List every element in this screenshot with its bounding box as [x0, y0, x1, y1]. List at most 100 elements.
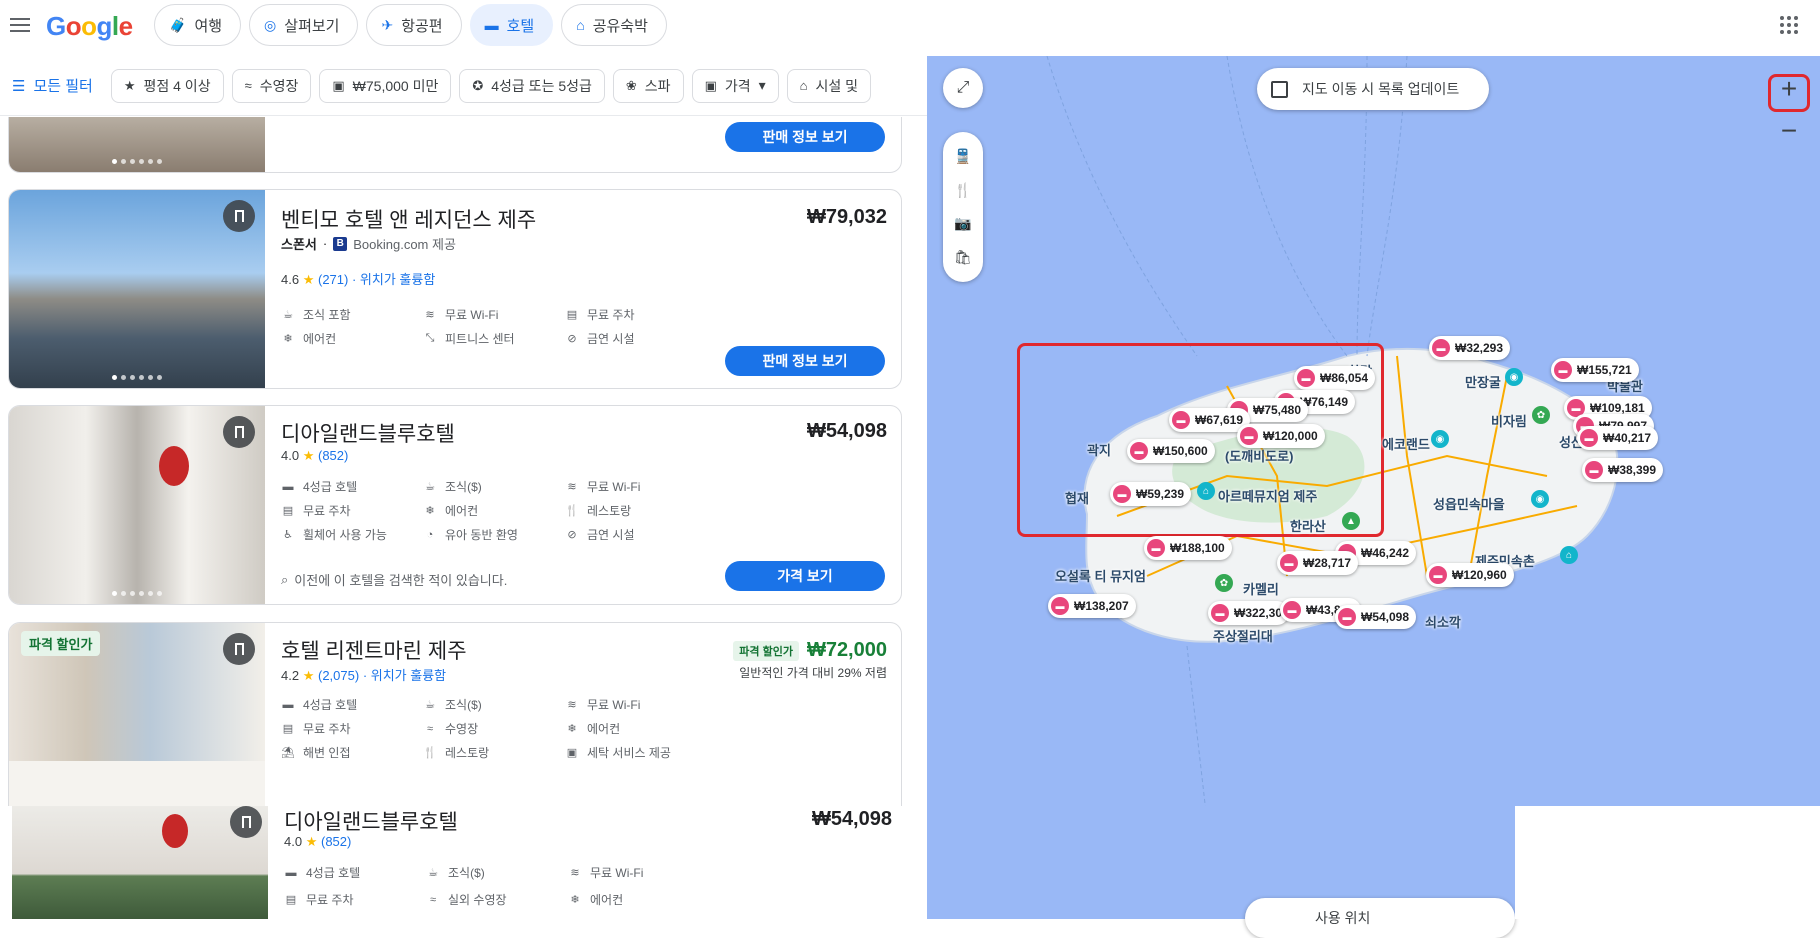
chevron-down-icon: ▾	[758, 77, 766, 93]
price-pin[interactable]: ▬ ₩54,098	[1335, 605, 1417, 629]
map-label[interactable]: 아르떼뮤지엄 제주	[1218, 486, 1317, 505]
snowflake-icon: ❄	[570, 894, 580, 906]
map-label[interactable]: 오설록 티 뮤지엄	[1055, 566, 1146, 585]
hotel-card-preview[interactable]: 디아일랜드블루호텔 ₩54,098 4.0 ★ (852) ▬ 4성급 호텔 ☕ 조…	[12, 806, 906, 919]
camera-icon[interactable]: 📷	[954, 215, 971, 232]
hotel-icon: ▬	[1147, 539, 1165, 557]
hotel-card[interactable]: 벤티모 호텔 앤 레지던스 제주 ₩79,032 스폰서 · B Booking.co…	[8, 189, 902, 389]
map-label[interactable]: 만장굴	[1465, 372, 1501, 391]
hotel-icon: ▬	[1172, 411, 1190, 429]
museum-icon[interactable]: ⌂	[1560, 546, 1578, 564]
map-label[interactable]: 주상절리대	[1213, 626, 1273, 645]
tab-travel[interactable]: 🧳 여행	[154, 4, 242, 46]
tab-vacation-rentals[interactable]: ⌂ 공유숙박	[561, 4, 667, 46]
google-logo[interactable]: Google	[46, 11, 133, 42]
fitness-icon: ⤡	[425, 332, 435, 344]
hotel-list[interactable]: 판매 정보 보기 벤티모 호텔 앤 레지던스 제주 ₩79,032 스폰서 · B B…	[0, 117, 927, 806]
price-pin[interactable]: ▬ ₩40,217	[1577, 426, 1659, 450]
apps-icon[interactable]	[1780, 16, 1798, 34]
hotel-name[interactable]: 디아일랜드블루호텔	[281, 418, 455, 448]
price-pin[interactable]: ▬ ₩86,054	[1294, 366, 1376, 390]
hotel-icon: ▬	[484, 17, 499, 33]
shopping-icon[interactable]: 🛍	[954, 249, 972, 266]
map-label[interactable]: 성읍민속마을	[1433, 494, 1505, 513]
price-pin[interactable]: ▬ ₩155,721	[1551, 358, 1639, 382]
map-label[interactable]: 카멜리	[1243, 579, 1279, 598]
filter-chip-class[interactable]: ✪ 4성급 또는 5성급	[459, 68, 605, 103]
view-prices-button[interactable]: 가격 보기	[725, 561, 885, 591]
home-icon: ⌂	[799, 78, 808, 93]
map[interactable]: 지도 이동 시 목록 업데이트 ⤢ 🚆 🍴 📷 🛍 + − ◉ ✿ ◉ ◉ ⌂ …	[927, 56, 1820, 919]
use-location-button[interactable]: 사용 위치	[1245, 898, 1515, 938]
price-pin[interactable]: ▬ ₩38,399	[1582, 458, 1664, 482]
hotel-name[interactable]: 벤티모 호텔 앤 레지던스 제주	[281, 204, 536, 234]
filter-chip-spa[interactable]: ❀ 스파	[612, 68, 684, 103]
price-pin[interactable]: ▬ ₩120,960	[1426, 563, 1514, 587]
hotel-name[interactable]: 디아일랜드블루호텔	[284, 806, 458, 836]
hotel-name[interactable]: 호텔 리젠트마린 제주	[281, 635, 467, 665]
transit-icon[interactable]: 🚆	[954, 148, 971, 165]
hotel-icon: ▬	[1585, 461, 1603, 479]
map-label[interactable]: 비자림	[1491, 411, 1527, 430]
star-icon: ★	[123, 77, 136, 93]
tab-hotels[interactable]: ▬ 호텔	[469, 4, 554, 46]
mountain-icon[interactable]: ▲	[1342, 512, 1360, 530]
hotel-icon: ▬	[1113, 485, 1131, 503]
map-label[interactable]: 에코랜드	[1382, 434, 1430, 453]
park-icon[interactable]: ✿	[1215, 574, 1233, 592]
price-pin[interactable]: ▬ ₩32,293	[1429, 336, 1511, 360]
price-pin[interactable]: ▬ ₩59,239	[1110, 482, 1192, 506]
price-pin[interactable]: ▬ ₩138,207	[1048, 594, 1136, 618]
bookmark-icon[interactable]	[230, 806, 262, 838]
hotel-icon: ▬	[1429, 566, 1447, 584]
bookmark-icon[interactable]	[223, 416, 255, 448]
museum-icon[interactable]: ⌂	[1197, 482, 1215, 500]
price-pin[interactable]: ▬ ₩188,100	[1144, 536, 1232, 560]
hotel-class-icon: ✪	[472, 77, 484, 93]
hotel-icon: ▬	[1211, 604, 1229, 622]
filter-chip-price[interactable]: ▣ 가격 ▾	[691, 68, 779, 103]
price-pin[interactable]: ▬ ₩150,600	[1127, 439, 1215, 463]
hotel-icon: ▬	[1580, 429, 1598, 447]
filter-chip-rating[interactable]: ★ 평점 4 이상	[110, 68, 224, 103]
menu-icon[interactable]	[8, 14, 32, 38]
hotel-photo[interactable]	[9, 117, 265, 172]
map-label[interactable]: 곽지	[1087, 440, 1111, 459]
price-pin[interactable]: ▬ ₩28,717	[1277, 551, 1359, 575]
tab-explore[interactable]: ◎ 살펴보기	[249, 4, 359, 46]
filter-chip-amenities[interactable]: ⌂ 시설 및	[786, 68, 872, 103]
view-deals-button[interactable]: 판매 정보 보기	[725, 122, 885, 152]
filter-chip-pool[interactable]: ≈ 수영장	[231, 68, 312, 103]
attraction-icon[interactable]: ◉	[1531, 490, 1549, 508]
hotel-price: ₩54,098	[811, 808, 892, 830]
price-pin[interactable]: ▬ ₩67,619	[1169, 408, 1251, 432]
tab-flights[interactable]: ✈ 항공편	[366, 4, 462, 46]
map-label[interactable]: 한라산	[1290, 516, 1326, 535]
attraction-icon[interactable]: ◉	[1505, 368, 1523, 386]
restaurant-icon[interactable]: 🍴	[954, 182, 971, 199]
view-deals-button[interactable]: 판매 정보 보기	[725, 346, 885, 376]
all-filters-button[interactable]: ☰ 모든 필터	[12, 75, 103, 96]
filter-chip-price-under[interactable]: ▣ ₩75,000 미만	[319, 68, 452, 103]
price-pin[interactable]: ▬ ₩322,30	[1208, 601, 1290, 625]
hotel-card[interactable]: 디아일랜드블루호텔 ₩54,098 4.0 ★ (852) ▬ 4성급 호텔 ☕ 조…	[8, 405, 902, 605]
map-label[interactable]: 협재	[1065, 488, 1089, 507]
checkbox[interactable]	[1271, 80, 1288, 98]
hotel-card[interactable]: 파격 할인가 호텔 리젠트마린 제주 파격 할인가 ₩72,000 일반적인 가격…	[8, 622, 902, 806]
no-smoking-icon: ⊘	[567, 333, 577, 345]
zoom-out-button[interactable]: −	[1766, 110, 1812, 152]
hotel-card[interactable]: 판매 정보 보기	[8, 117, 902, 173]
map-label[interactable]: 쇠소깍	[1425, 612, 1461, 631]
booking-logo-icon: B	[333, 236, 348, 251]
search-history-icon: ⌕	[281, 571, 289, 587]
park-icon[interactable]: ✿	[1532, 406, 1550, 424]
bookmark-icon[interactable]	[223, 633, 255, 665]
price-pin[interactable]: ▬ ₩120,000	[1237, 424, 1325, 448]
parking-icon: ▤	[282, 723, 294, 735]
fullscreen-button[interactable]: ⤢	[943, 68, 983, 108]
attraction-icon[interactable]: ◉	[1431, 430, 1449, 448]
bookmark-icon[interactable]	[223, 200, 255, 232]
bed-decoration	[9, 761, 265, 806]
map-label[interactable]: (도깨비도로)	[1225, 446, 1293, 465]
update-list-on-map-move[interactable]: 지도 이동 시 목록 업데이트	[1257, 68, 1489, 110]
